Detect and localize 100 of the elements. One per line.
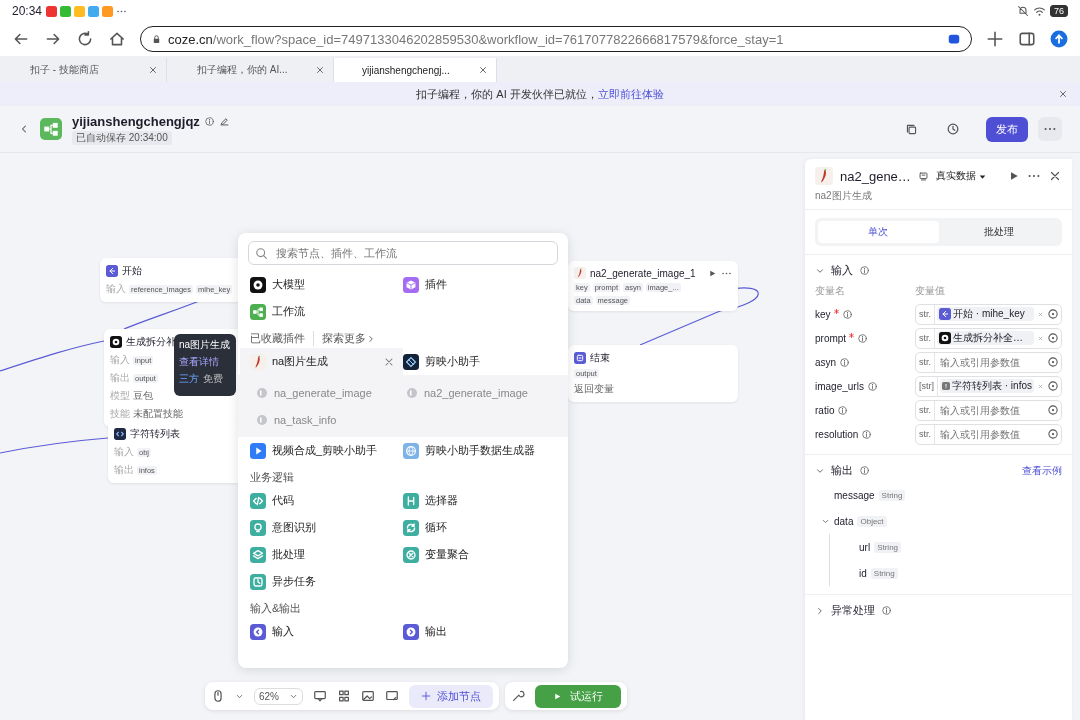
workflow-title: yijianshengchengjqz <box>72 113 200 129</box>
value-field[interactable]: str. 输入或引用参数值 <box>915 399 1062 421</box>
menu-item[interactable]: 异步任务 <box>250 568 403 595</box>
app-badge-icon[interactable] <box>947 32 961 46</box>
node-title: 开始 <box>122 264 142 278</box>
value-field[interactable]: str. 生成拆分补全… <box>915 327 1062 349</box>
variable-picker-icon[interactable] <box>1047 404 1059 416</box>
menu-item[interactable]: 批处理 <box>250 541 403 568</box>
info-icon <box>866 380 878 392</box>
value-field[interactable]: str. 输入或引用参数值 <box>915 423 1062 445</box>
menu-item[interactable]: 输出 <box>403 618 556 645</box>
tooltip-tag: 免费 <box>203 372 223 386</box>
tooltip-tag: 三方 <box>179 372 199 386</box>
type-tag: String <box>874 541 902 553</box>
field-name: message <box>834 489 875 501</box>
menu-item[interactable]: 变量聚合 <box>403 541 556 568</box>
mode-tab[interactable]: 批处理 <box>938 221 1059 243</box>
mute-icon <box>1017 5 1029 17</box>
plus-icon <box>421 691 431 701</box>
app-icon <box>102 5 114 17</box>
data-mode-select[interactable]: 真实数据 <box>935 169 987 183</box>
param-name: resolution <box>815 428 859 440</box>
code-icon <box>250 492 266 509</box>
home-icon[interactable] <box>108 30 126 48</box>
image-icon[interactable] <box>361 689 375 703</box>
example-link[interactable]: 查看示例 <box>1022 463 1062 478</box>
clock-icon <box>250 573 266 590</box>
panel-title: na2_gene… <box>840 168 911 184</box>
value-field[interactable]: str. 开始 · mihe_key <box>915 303 1062 325</box>
list-icon[interactable] <box>917 170 929 182</box>
close-icon[interactable] <box>478 65 488 75</box>
grid-icon[interactable] <box>337 689 351 703</box>
comment-icon[interactable] <box>313 689 327 703</box>
play-icon[interactable] <box>1008 170 1020 182</box>
param-name: key <box>815 308 831 320</box>
plugin-item[interactable]: 剪映小助手数据生成器 <box>403 437 556 464</box>
plugin-item[interactable]: 视频合成_剪映小助手 <box>250 437 403 464</box>
mode-tab[interactable]: 单次 <box>818 221 939 243</box>
plus-icon[interactable] <box>986 30 1004 48</box>
edit-icon[interactable] <box>218 115 230 127</box>
zoom-select[interactable]: 62% <box>254 687 303 705</box>
alert-icon <box>942 380 950 392</box>
section-title: 输入 <box>831 263 853 278</box>
banner-link[interactable]: 立即前往体验 <box>597 87 664 100</box>
row-label: 输入 <box>114 445 134 459</box>
plugin-item[interactable]: na图片生成 <box>240 348 403 375</box>
param-name: image_urls <box>815 380 864 392</box>
reference-chip: 生成拆分补全… <box>937 331 1034 345</box>
variable-picker-icon[interactable] <box>1047 308 1059 320</box>
explore-more-link[interactable]: 探索更多 <box>313 331 376 346</box>
close-icon[interactable] <box>1058 89 1068 99</box>
type-tag: Object <box>857 515 887 527</box>
variable-picker-icon[interactable] <box>1047 356 1059 368</box>
close-icon[interactable] <box>1048 169 1062 183</box>
section-title: 业务逻辑 <box>250 470 294 485</box>
section-title: 输入&输出 <box>250 601 302 616</box>
menu-item[interactable]: 代码 <box>250 487 403 514</box>
row-label: 模型 <box>110 389 130 403</box>
param-name: asyn <box>815 356 837 368</box>
note-icon[interactable] <box>385 689 399 703</box>
caret-icon[interactable] <box>815 605 825 616</box>
publish-button[interactable]: 发布 <box>986 116 1028 142</box>
wifi-icon <box>1033 4 1046 18</box>
plugin-item[interactable]: 剪映小助手 <box>403 348 556 375</box>
info-icon <box>857 332 869 344</box>
value-field[interactable]: [str] 字符转列表 · infos <box>915 375 1062 397</box>
mouse-icon[interactable] <box>211 689 225 703</box>
value-field[interactable]: str. 输入或引用参数值 <box>915 351 1062 373</box>
details-link[interactable]: 查看详情 <box>179 355 231 369</box>
info-icon[interactable] <box>203 115 215 127</box>
copy-icon[interactable] <box>905 122 918 136</box>
code-icon <box>114 428 126 440</box>
reference-chip: 开始 · mihe_key <box>937 307 1034 321</box>
menu-item[interactable]: 输入 <box>250 618 403 645</box>
search-field[interactable]: 搜索节点、插件、工作流 <box>248 241 558 265</box>
history-icon[interactable] <box>946 122 960 136</box>
upload-icon[interactable] <box>1050 30 1068 48</box>
play-icon[interactable] <box>708 268 717 278</box>
menu-item[interactable]: 插件 <box>403 271 556 298</box>
variable-picker-icon[interactable] <box>1047 380 1059 392</box>
close-icon[interactable] <box>315 65 325 75</box>
close-icon[interactable] <box>148 65 158 75</box>
add-node-button[interactable]: 添加节点 <box>409 684 493 708</box>
menu-item[interactable]: 选择器 <box>403 487 556 514</box>
search-input[interactable]: 搜索节点、插件、工作流 <box>274 246 551 260</box>
menu-item[interactable]: 循环 <box>403 514 556 541</box>
tooltip-title: na图片生成 <box>179 338 231 352</box>
type-label: str. <box>916 328 935 348</box>
sidebar-icon[interactable] <box>1018 30 1036 48</box>
app-icon <box>88 5 100 17</box>
banner-text: 扣子编程，你的 AI 开发伙伴已就位，立即前往体验 <box>416 86 664 102</box>
reload-icon[interactable] <box>76 30 94 48</box>
info-icon <box>859 465 870 476</box>
menu-item[interactable]: 意图识别 <box>250 514 403 541</box>
layers-icon <box>250 546 266 563</box>
variable-picker-icon[interactable] <box>1047 428 1059 440</box>
variable-picker-icon[interactable] <box>1047 332 1059 344</box>
app-icon <box>74 5 86 17</box>
browser-tab[interactable]: yijianshengchengj... <box>334 58 497 82</box>
field-name: id <box>859 567 867 579</box>
